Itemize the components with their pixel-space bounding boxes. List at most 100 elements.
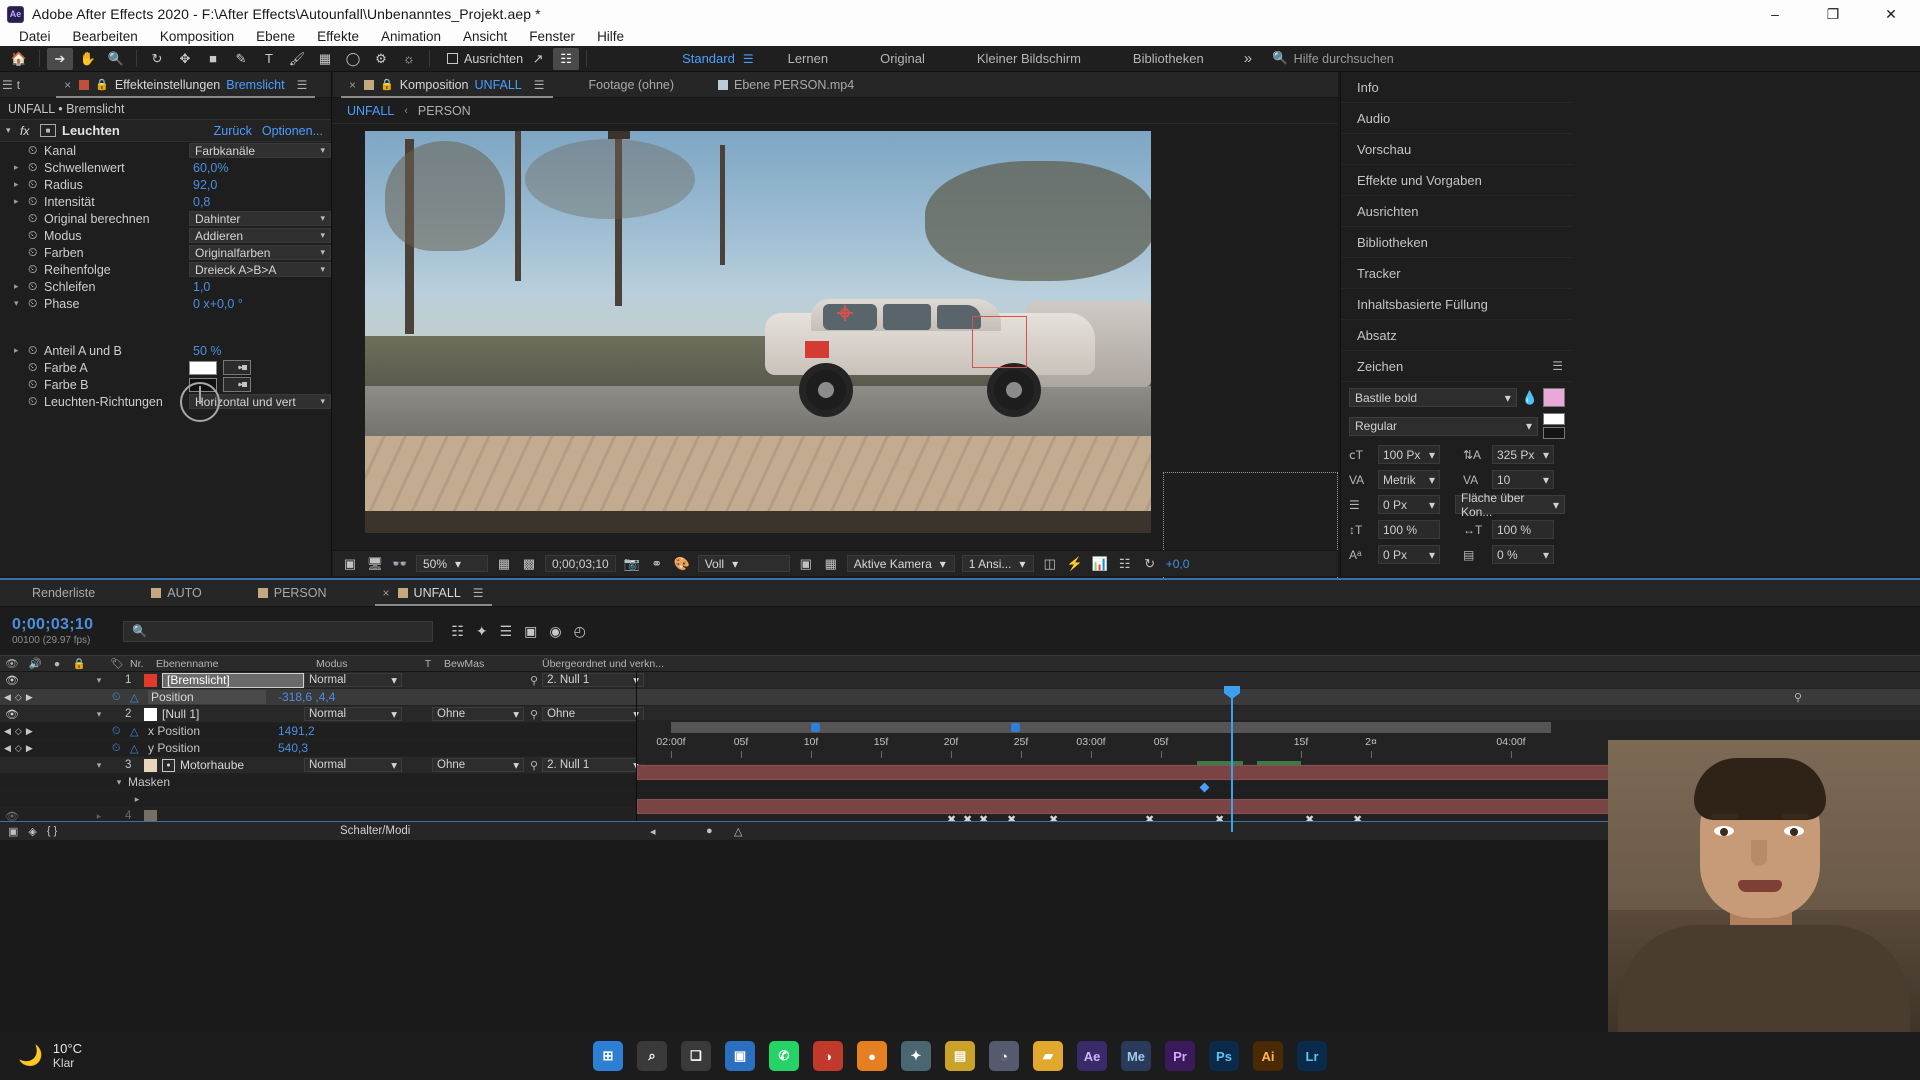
expand-icon[interactable]: ▸	[90, 811, 108, 822]
notes-icon[interactable]: ▤	[945, 1041, 975, 1071]
graph-editor-icon[interactable]: △	[130, 742, 148, 755]
vertical-scale-field[interactable]: 100 %	[1378, 520, 1440, 539]
property-row-schwellenwert[interactable]: ▸ ⏲ Schwellenwert 60,0%	[0, 159, 331, 176]
property-name[interactable]: x Position	[148, 724, 266, 738]
property-dropdown[interactable]: Dahinter ▾	[189, 211, 331, 226]
reset-exposure-icon[interactable]: ↻	[1141, 556, 1159, 572]
expression-icon[interactable]: { }	[47, 825, 57, 837]
property-value[interactable]: 1,0	[189, 280, 331, 294]
tab-ebene-person[interactable]: Ebene PERSON.mp4	[710, 72, 862, 98]
tracking-field[interactable]: 10 ▾	[1492, 470, 1554, 489]
color-swatch-a[interactable]	[189, 360, 217, 375]
parent-cell[interactable]: ⚲ Ohne ▾	[530, 707, 650, 721]
tab-person[interactable]: PERSON	[250, 580, 335, 606]
keyframe-navigator[interactable]: ◀ ◇ ▶	[0, 726, 60, 737]
stroke-type-dropdown[interactable]: Fläche über Kon... ▾	[1455, 491, 1565, 519]
show-snapshot-icon[interactable]: ⚭	[648, 556, 666, 572]
property-value[interactable]: -318,6 ,4,4	[278, 690, 335, 704]
options-link[interactable]: Optionen...	[262, 124, 323, 138]
panel-absatz[interactable]: Absatz	[1341, 320, 1573, 351]
region-interest-icon[interactable]: ▣	[797, 556, 815, 572]
property-row-leuchten-richtungen[interactable]: ⏲ Leuchten-Richtungen Horizontal und ver…	[0, 393, 331, 410]
layer-name-input[interactable]: [Bremslicht]	[162, 672, 304, 688]
start-icon[interactable]: ⊞	[593, 1041, 623, 1071]
close-icon[interactable]: ×	[64, 78, 71, 92]
pixel-aspect-icon[interactable]: ◫	[1041, 556, 1059, 572]
zoom-out-icon[interactable]: ◂	[650, 825, 656, 838]
monitor-icon[interactable]: 🖥	[366, 556, 384, 572]
property-name[interactable]: y Position	[148, 741, 266, 755]
property-dropdown[interactable]: Dreieck A>B>A ▾	[189, 262, 331, 277]
mask-region-icon[interactable]: ☷	[553, 47, 580, 70]
timeline-current-time[interactable]: 0;00;03;10	[12, 616, 93, 634]
stroke-width-field[interactable]: 0 Px ▾	[1378, 495, 1440, 514]
expand-icon[interactable]: ▸	[128, 794, 146, 805]
subtab-unfall[interactable]: UNFALL	[347, 104, 394, 118]
property-dropdown[interactable]: Farbkanäle ▾	[189, 143, 331, 158]
premiere-icon[interactable]: Pr	[1165, 1041, 1195, 1071]
property-row-kanal[interactable]: ⏲ Kanal Farbkanäle ▾	[0, 142, 331, 159]
illustrator-icon[interactable]: Ai	[1253, 1041, 1283, 1071]
pickwhip-icon[interactable]: ⚲	[530, 759, 538, 772]
chevron-down-icon[interactable]: ▾	[90, 675, 108, 686]
track-matte-cell[interactable]: Ohne ▾	[432, 707, 530, 721]
3d-glasses-icon[interactable]: 👓	[391, 556, 409, 572]
panel-menu-icon[interactable]: ☰	[297, 78, 308, 92]
property-row-original-berechnen[interactable]: ⏲ Original berechnen Dahinter ▾	[0, 210, 331, 227]
layer-visibility-icon[interactable]: 👁	[0, 674, 24, 687]
graph-editor-icon[interactable]: △	[130, 691, 148, 704]
menu-bearbeiten[interactable]: Bearbeiten	[62, 28, 149, 46]
orbit-tool-icon[interactable]: ↻	[144, 48, 170, 70]
panel-effekte-und-vorgaben[interactable]: Effekte und Vorgaben	[1341, 165, 1573, 196]
stopwatch-icon[interactable]: ⏲	[28, 279, 44, 294]
workspace-menu-icon[interactable]: ☰	[743, 52, 754, 66]
media-icon[interactable]: ◔	[989, 1041, 1019, 1071]
menu-datei[interactable]: Datei	[8, 28, 62, 46]
workspace-bibliotheken[interactable]: Bibliotheken	[1107, 46, 1230, 72]
next-keyframe-icon[interactable]: ▶	[26, 726, 33, 737]
composition-mini-flowchart-icon[interactable]: ☷	[451, 623, 464, 640]
workspace-lernen[interactable]: Lernen	[762, 46, 854, 72]
zoom-level-dropdown[interactable]: 50% ▾	[416, 555, 488, 572]
track-matte-dropdown[interactable]: Ohne ▾	[432, 758, 524, 772]
exposure-value[interactable]: +0,0	[1166, 557, 1190, 571]
timeline-search-input[interactable]: 🔍	[123, 620, 434, 642]
workspace-original[interactable]: Original	[854, 46, 951, 72]
close-icon[interactable]: ×	[349, 78, 356, 92]
close-button[interactable]: ✕	[1862, 0, 1920, 28]
property-row-intensitaet[interactable]: ▸ ⏲ Intensität 0,8	[0, 193, 331, 210]
property-value[interactable]: 0,8	[189, 195, 331, 209]
timeline-graph-icon[interactable]: 📊	[1091, 556, 1109, 572]
type-tool-icon[interactable]: T	[256, 48, 282, 70]
zoom-in-icon[interactable]: △	[734, 825, 742, 838]
menu-animation[interactable]: Animation	[370, 28, 452, 46]
next-keyframe-icon[interactable]: ▶	[26, 743, 33, 754]
lightroom-icon[interactable]: Lr	[1297, 1041, 1327, 1071]
panel-audio[interactable]: Audio	[1341, 103, 1573, 134]
video-frame[interactable]	[365, 131, 1151, 533]
fill-color-swatch[interactable]	[1543, 388, 1565, 407]
panel-menu-icon[interactable]: ☰	[1552, 359, 1563, 373]
playhead-knob[interactable]	[1224, 686, 1240, 699]
eyedropper-icon[interactable]	[223, 377, 251, 392]
camera-view-dropdown[interactable]: Aktive Kamera ▾	[846, 555, 955, 572]
lock-icon[interactable]: 🔒	[95, 78, 109, 91]
chevron-down-icon[interactable]: ▾	[14, 298, 28, 309]
layer-visibility-icon[interactable]: 👁	[0, 708, 24, 721]
hand-tool-icon[interactable]: ✋	[75, 48, 101, 70]
search-icon[interactable]: ⌕	[637, 1041, 667, 1071]
blend-mode-dropdown[interactable]: Normal ▾	[304, 673, 402, 687]
parent-cell[interactable]: ⚲ 2. Null 1 ▾	[530, 673, 650, 687]
playhead[interactable]	[1224, 686, 1240, 832]
track-matte-cell[interactable]: Ohne ▾	[432, 758, 530, 772]
reset-link[interactable]: Zurück	[214, 124, 252, 138]
layer-name-label[interactable]: [Null 1]	[162, 707, 199, 721]
menu-komposition[interactable]: Komposition	[149, 28, 245, 46]
stopwatch-icon[interactable]: ⏲	[28, 262, 44, 277]
layer-mode-cell[interactable]: Normal ▾	[304, 673, 408, 687]
region-of-interest-icon[interactable]: ▩	[520, 556, 538, 572]
tab-komposition-unfall[interactable]: × 🔒 Komposition UNFALL ☰	[341, 72, 553, 98]
folder-icon[interactable]: ▰	[1033, 1041, 1063, 1071]
stopwatch-icon[interactable]: ⏲	[28, 228, 44, 243]
panel-vorschau[interactable]: Vorschau	[1341, 134, 1573, 165]
